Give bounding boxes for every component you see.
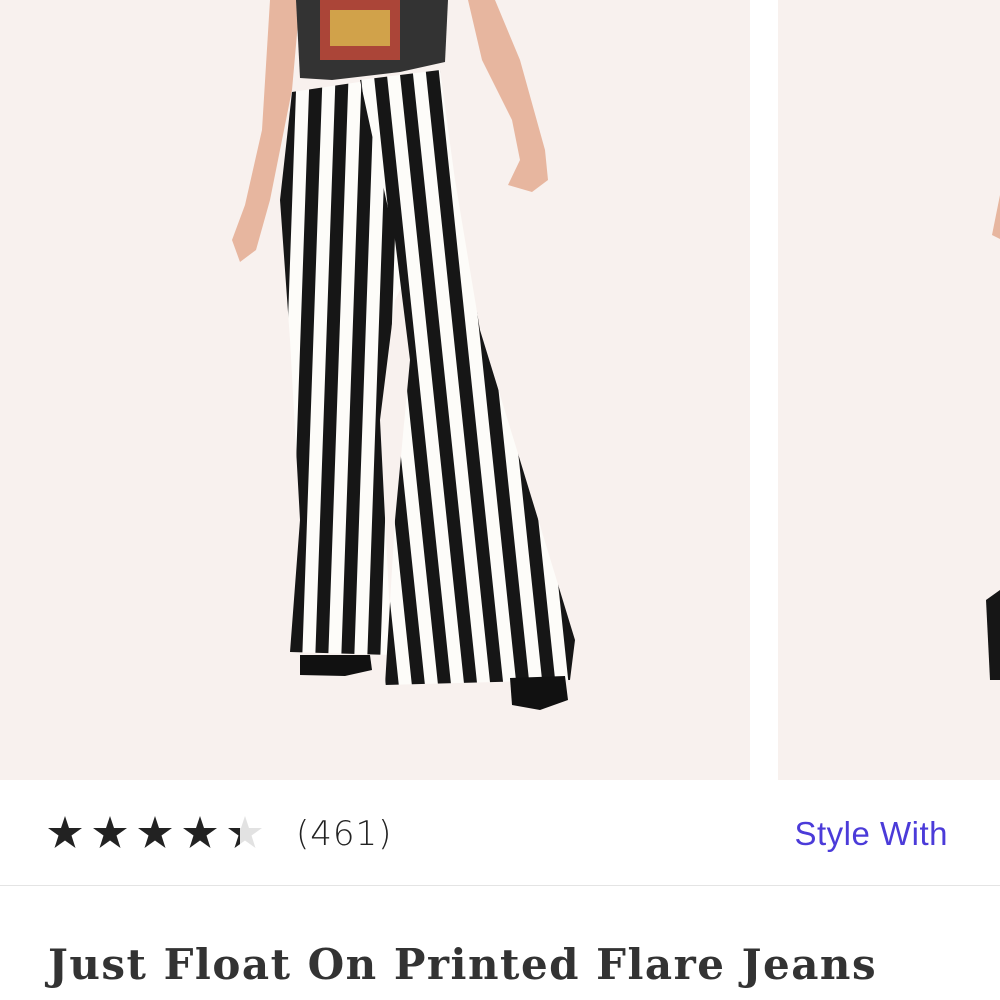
product-image-gallery[interactable] (0, 0, 1000, 780)
model-photo-partial (778, 0, 1000, 780)
star-icon (93, 816, 127, 848)
review-count[interactable]: (461) (296, 812, 392, 856)
product-title: Just Float On Printed Flare Jeans (48, 940, 878, 989)
star-icon (138, 816, 172, 848)
style-with-link[interactable]: Style With (794, 812, 948, 856)
model-photo (0, 0, 750, 780)
star-icon (48, 816, 82, 848)
star-rating[interactable] (48, 812, 268, 856)
product-image-next[interactable] (778, 0, 1000, 780)
star-icon (183, 816, 217, 848)
product-image-main[interactable] (0, 0, 750, 780)
half-star-icon (228, 816, 262, 848)
